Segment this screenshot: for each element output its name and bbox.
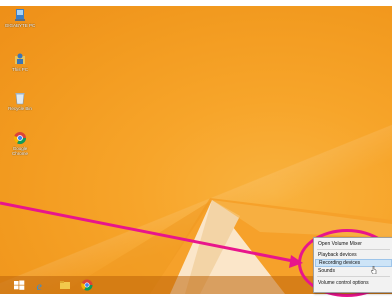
volume-context-menu: Open Volume Mixer Playback devices Recor… [313, 237, 392, 293]
start-button[interactable] [12, 278, 26, 292]
start-icon [14, 280, 25, 290]
menu-item-volume-control-options[interactable]: Volume control options [315, 279, 392, 287]
chrome-icon [81, 279, 93, 291]
file-explorer-icon [60, 281, 70, 289]
internet-explorer-icon: e [37, 279, 43, 293]
desktop-icon-label: Google Chrome [11, 146, 28, 156]
desktop-icon-chrome[interactable]: Google Chrome [2, 131, 38, 156]
menu-separator [317, 276, 390, 277]
svg-text:e: e [37, 279, 43, 292]
menu-item-playback-devices[interactable]: Playback devices [315, 251, 392, 259]
desktop-icon-label: Recycle Bin [8, 106, 32, 111]
recycle-bin-icon [13, 91, 27, 105]
menu-item-recording-devices[interactable]: Recording devices [315, 259, 392, 267]
chrome-icon [13, 131, 27, 145]
desktop-icon-user-folder[interactable]: This PC [2, 52, 38, 72]
menu-item-sounds[interactable]: Sounds [315, 267, 392, 275]
mouse-cursor-icon [370, 261, 377, 275]
user-folder-icon [13, 52, 27, 66]
internet-explorer-button[interactable]: e [34, 278, 48, 293]
desktop-icon-label: This PC [11, 67, 28, 72]
desktop-icon-computer[interactable]: GIGABYTE PC [2, 8, 38, 28]
menu-separator [317, 249, 390, 250]
chrome-taskbar-button[interactable] [80, 278, 94, 292]
desktop-icon-label: GIGABYTE PC [4, 23, 36, 28]
menu-item-open-volume-mixer[interactable]: Open Volume Mixer [315, 240, 392, 248]
file-explorer-button[interactable] [58, 278, 72, 292]
computer-icon [13, 8, 27, 22]
desktop-icon-recycle-bin[interactable]: Recycle Bin [2, 91, 38, 111]
